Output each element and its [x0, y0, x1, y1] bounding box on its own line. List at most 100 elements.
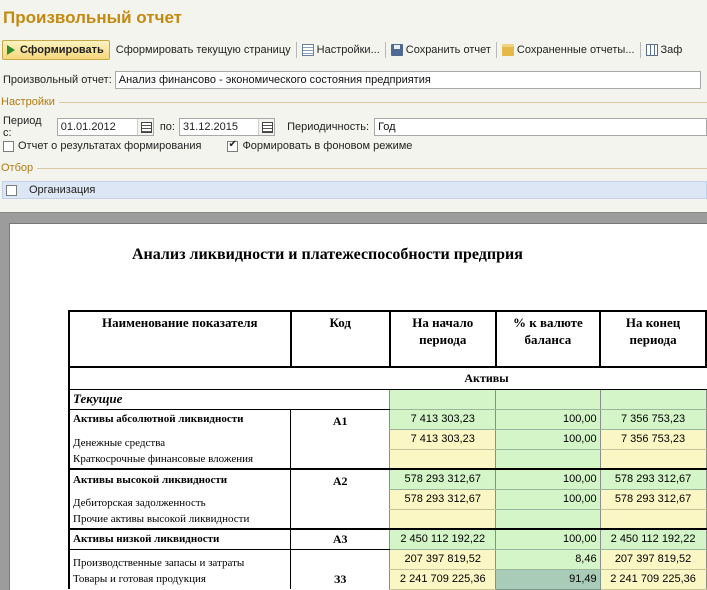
start-cell[interactable] [389, 509, 497, 530]
end-cell[interactable] [599, 509, 707, 530]
settings-button[interactable]: Настройки... [299, 40, 383, 60]
filter-section-label: Отбор [1, 162, 34, 174]
pct-cell-selected[interactable]: 91,49 [495, 568, 601, 590]
end-cell[interactable]: 578 293 312,67 [599, 469, 707, 490]
table-row: Производственные запасы и затраты 207 39… [68, 549, 707, 570]
table-row: Товары и готовая продукция З3 2 241 709 … [68, 568, 707, 590]
report-selector-row: Произвольный отчет: Анализ финансово - э… [3, 71, 701, 89]
row-code: А2 [290, 469, 390, 530]
organization-filter-label: Организация [29, 184, 96, 196]
table-row: Активы абсолютной ликвидности А1 7 413 3… [68, 409, 707, 470]
start-cell[interactable]: 207 397 819,52 [389, 549, 497, 570]
pct-cell[interactable]: 100,00 [495, 409, 601, 430]
toolbar: Сформировать Сформировать текущую страни… [0, 38, 707, 62]
period-to-value: 31.12.2015 [182, 121, 239, 133]
period-row: Период с: 01.01.2012 по: 31.12.2015 Пери… [3, 115, 707, 139]
table-row: Активы низкой ликвидности А3 2 450 112 1… [68, 529, 707, 550]
table-cell[interactable] [495, 389, 601, 410]
table-cell[interactable] [599, 389, 707, 410]
start-cell[interactable]: 578 293 312,67 [389, 469, 497, 490]
header-name: Наименование показателя [68, 310, 292, 368]
table-cell[interactable] [389, 389, 497, 410]
pct-cell[interactable]: 100,00 [495, 529, 601, 550]
row-name: Активы высокой ликвидности [68, 469, 291, 489]
liquidity-table: Наименование показателя Код На начало пе… [68, 310, 707, 590]
filter-section: Отбор [0, 162, 707, 174]
save-report-button[interactable]: Сохранить отчет [388, 40, 494, 60]
row-code: А3 [290, 529, 390, 550]
end-cell[interactable]: 578 293 312,67 [599, 489, 707, 510]
start-cell[interactable]: 2 450 112 192,22 [389, 529, 497, 550]
section-divider [58, 102, 707, 103]
settings-icon [301, 44, 314, 56]
window-title: Произвольный отчет [3, 8, 182, 27]
header-code: Код [289, 310, 391, 368]
period-to-field[interactable]: 31.12.2015 [178, 118, 276, 136]
organization-filter-checkbox[interactable] [6, 184, 17, 196]
report-document[interactable]: Анализ ликвидности и платежеспособности … [9, 223, 707, 590]
row-name: Денежные средства [68, 429, 291, 449]
group-row-current: Текущие [68, 389, 707, 410]
pct-cell[interactable] [495, 449, 601, 470]
section-divider [37, 168, 707, 169]
end-cell[interactable]: 207 397 819,52 [599, 549, 707, 570]
calendar-icon[interactable] [258, 119, 275, 135]
period-to-label: по: [159, 121, 175, 133]
end-cell[interactable]: 7 356 753,23 [599, 429, 707, 450]
pct-cell[interactable] [495, 509, 601, 530]
table-row: Активы высокой ликвидности А2 578 293 31… [68, 469, 707, 530]
start-cell[interactable]: 2 241 709 225,36 [389, 569, 497, 590]
periodicity-label: Периодичность: [287, 121, 370, 133]
generate-page-button[interactable]: Сформировать текущую страницу [113, 40, 294, 60]
table-button[interactable]: Заф [643, 40, 686, 60]
pct-cell[interactable]: 100,00 [495, 489, 601, 510]
row-name: Активы абсолютной ликвидности [68, 409, 291, 429]
saved-reports-button[interactable]: Сохраненные отчеты... [499, 40, 638, 60]
pct-cell[interactable]: 100,00 [495, 469, 601, 490]
periodicity-field[interactable]: Год [374, 118, 707, 136]
toolbar-separator [639, 42, 641, 58]
filter-row-organization[interactable]: Организация [2, 181, 707, 199]
report-title: Анализ ликвидности и платежеспособности … [132, 246, 523, 263]
toolbar-separator [384, 42, 386, 58]
pct-cell[interactable]: 8,46 [495, 549, 601, 570]
end-cell[interactable]: 2 450 112 192,22 [599, 529, 707, 550]
play-icon [7, 45, 15, 55]
period-from-value: 01.01.2012 [60, 121, 116, 133]
toolbar-separator [495, 42, 497, 58]
end-cell[interactable]: 7 356 753,23 [599, 409, 707, 430]
background-mode-checkbox[interactable] [227, 139, 239, 152]
table-header-row: Наименование показателя Код На начало пе… [68, 310, 707, 368]
period-from-label: Период с: [3, 115, 42, 139]
generate-button[interactable]: Сформировать [2, 40, 110, 60]
header-start: На начало периода [388, 310, 497, 368]
period-from-field[interactable]: 01.01.2012 [56, 118, 154, 136]
table-icon [645, 44, 658, 56]
settings-section: Настройки [0, 96, 707, 108]
row-code: А1 [290, 409, 390, 470]
row-name: Краткосрочные финансовые вложения [68, 449, 291, 470]
toolbar-separator [295, 42, 297, 58]
header-pct: % к валюте баланса [494, 310, 602, 368]
options-row: Отчет о результатах формирования Формиро… [3, 139, 413, 152]
row-code: З3 [290, 569, 390, 589]
calendar-icon[interactable] [136, 119, 153, 135]
row-name: Активы низкой ликвидности [68, 529, 291, 550]
start-cell[interactable]: 7 413 303,23 [389, 409, 497, 430]
end-cell[interactable] [599, 449, 707, 470]
section-assets-label: Активы [68, 367, 706, 390]
start-cell[interactable]: 578 293 312,67 [389, 489, 497, 510]
start-cell[interactable]: 7 413 303,23 [389, 429, 497, 450]
header-end: На конец периода [599, 310, 707, 368]
start-cell[interactable] [389, 449, 497, 470]
end-cell[interactable]: 2 241 709 225,36 [599, 569, 707, 590]
settings-section-label: Настройки [1, 96, 55, 108]
row-name: Прочие активы высокой ликвидности [68, 509, 291, 530]
save-icon [390, 44, 403, 56]
report-results-checkbox[interactable] [3, 140, 14, 152]
report-label: Произвольный отчет: [3, 74, 112, 86]
background-mode-label: Формировать в фоновом режиме [242, 140, 413, 152]
report-field[interactable]: Анализ финансово - экономического состоя… [114, 71, 701, 89]
section-row-assets: Активы [68, 367, 706, 390]
pct-cell[interactable]: 100,00 [495, 429, 601, 450]
